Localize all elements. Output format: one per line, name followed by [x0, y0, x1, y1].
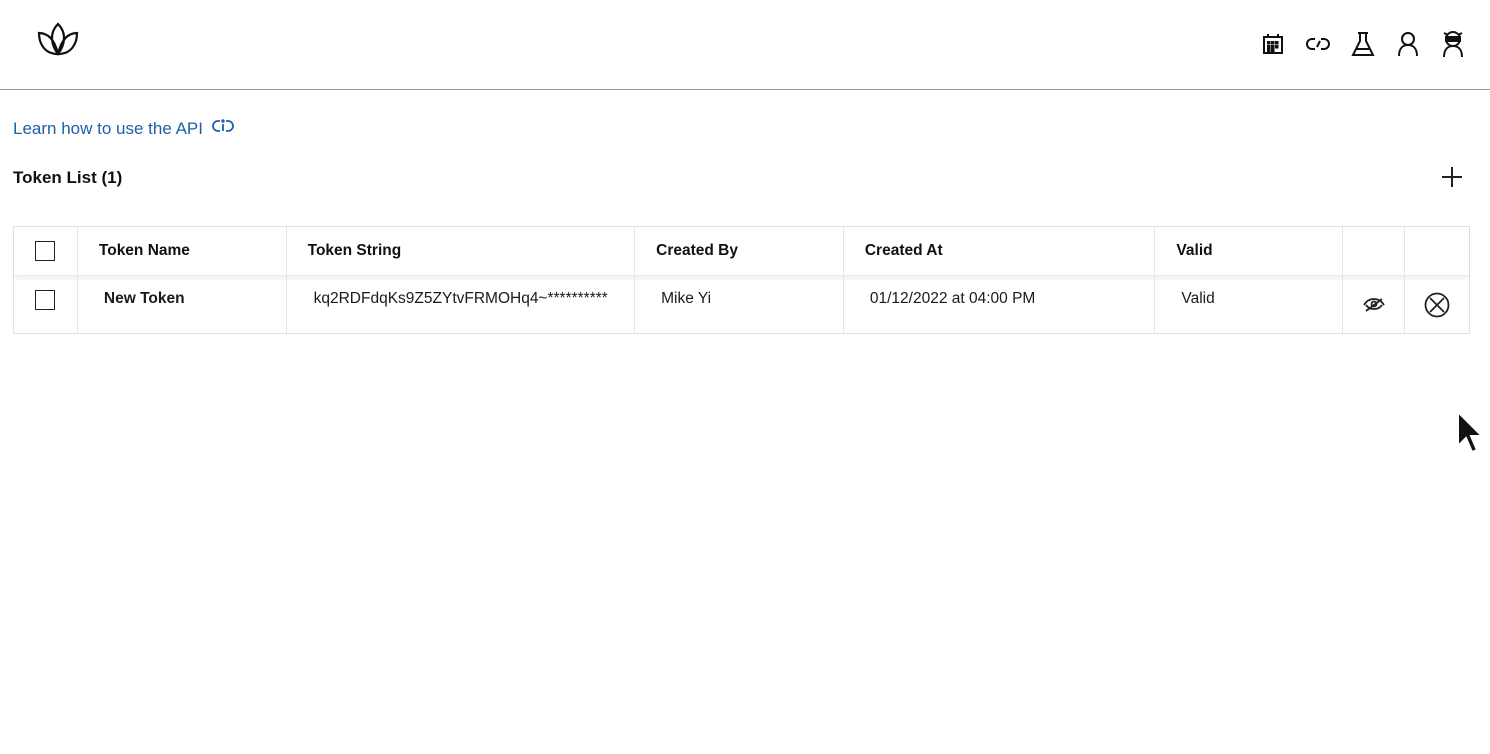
revoke-x-icon[interactable] — [1424, 292, 1450, 318]
hide-eye-icon[interactable] — [1362, 297, 1386, 313]
top-bar — [0, 0, 1490, 90]
link-icon[interactable] — [1304, 28, 1331, 60]
header-nav — [1259, 28, 1466, 60]
token-table: Token Name Token String Created By Creat… — [13, 226, 1470, 334]
column-header-created-by[interactable]: Created By — [635, 227, 844, 275]
valid-cell: Valid — [1155, 276, 1344, 333]
column-header-valid[interactable]: Valid — [1155, 227, 1344, 275]
hide-token-cell — [1343, 276, 1406, 333]
token-string-cell: kq2RDFdqKs9Z5ZYtvFRMOHq4~********** — [287, 276, 636, 333]
token-name-cell: New Token — [78, 276, 287, 333]
column-header-action-1 — [1343, 227, 1406, 275]
revoke-token-cell — [1405, 276, 1469, 333]
add-token-button[interactable] — [1440, 164, 1464, 190]
token-list-title: Token List (1) — [13, 168, 123, 187]
table-row: New Token kq2RDFdqKs9Z5ZYtvFRMOHq4~*****… — [14, 276, 1469, 333]
column-header-created-at[interactable]: Created At — [844, 227, 1156, 275]
flask-icon[interactable] — [1349, 28, 1376, 60]
column-header-token-name[interactable]: Token Name — [78, 227, 287, 275]
learn-api-link[interactable]: Learn how to use the API — [13, 118, 234, 139]
plus-icon — [1442, 167, 1462, 187]
api-help-icon — [212, 118, 234, 139]
user-icon[interactable] — [1394, 28, 1421, 60]
select-all-cell — [14, 227, 78, 275]
calendar-icon[interactable] — [1259, 28, 1286, 60]
created-by-cell: Mike Yi — [635, 276, 844, 333]
leaf-logo-icon[interactable] — [36, 21, 80, 59]
column-header-action-2 — [1405, 227, 1469, 275]
created-at-cell: 01/12/2022 at 04:00 PM — [844, 276, 1156, 333]
column-header-token-string[interactable]: Token String — [287, 227, 636, 275]
learn-api-link-label: Learn how to use the API — [13, 118, 203, 138]
row-select-cell — [14, 276, 78, 333]
select-all-checkbox[interactable] — [35, 241, 56, 261]
row-checkbox[interactable] — [35, 290, 56, 310]
ninja-avatar-icon[interactable] — [1439, 28, 1466, 60]
mouse-pointer-icon — [1456, 409, 1486, 458]
table-header-row: Token Name Token String Created By Creat… — [14, 227, 1469, 276]
